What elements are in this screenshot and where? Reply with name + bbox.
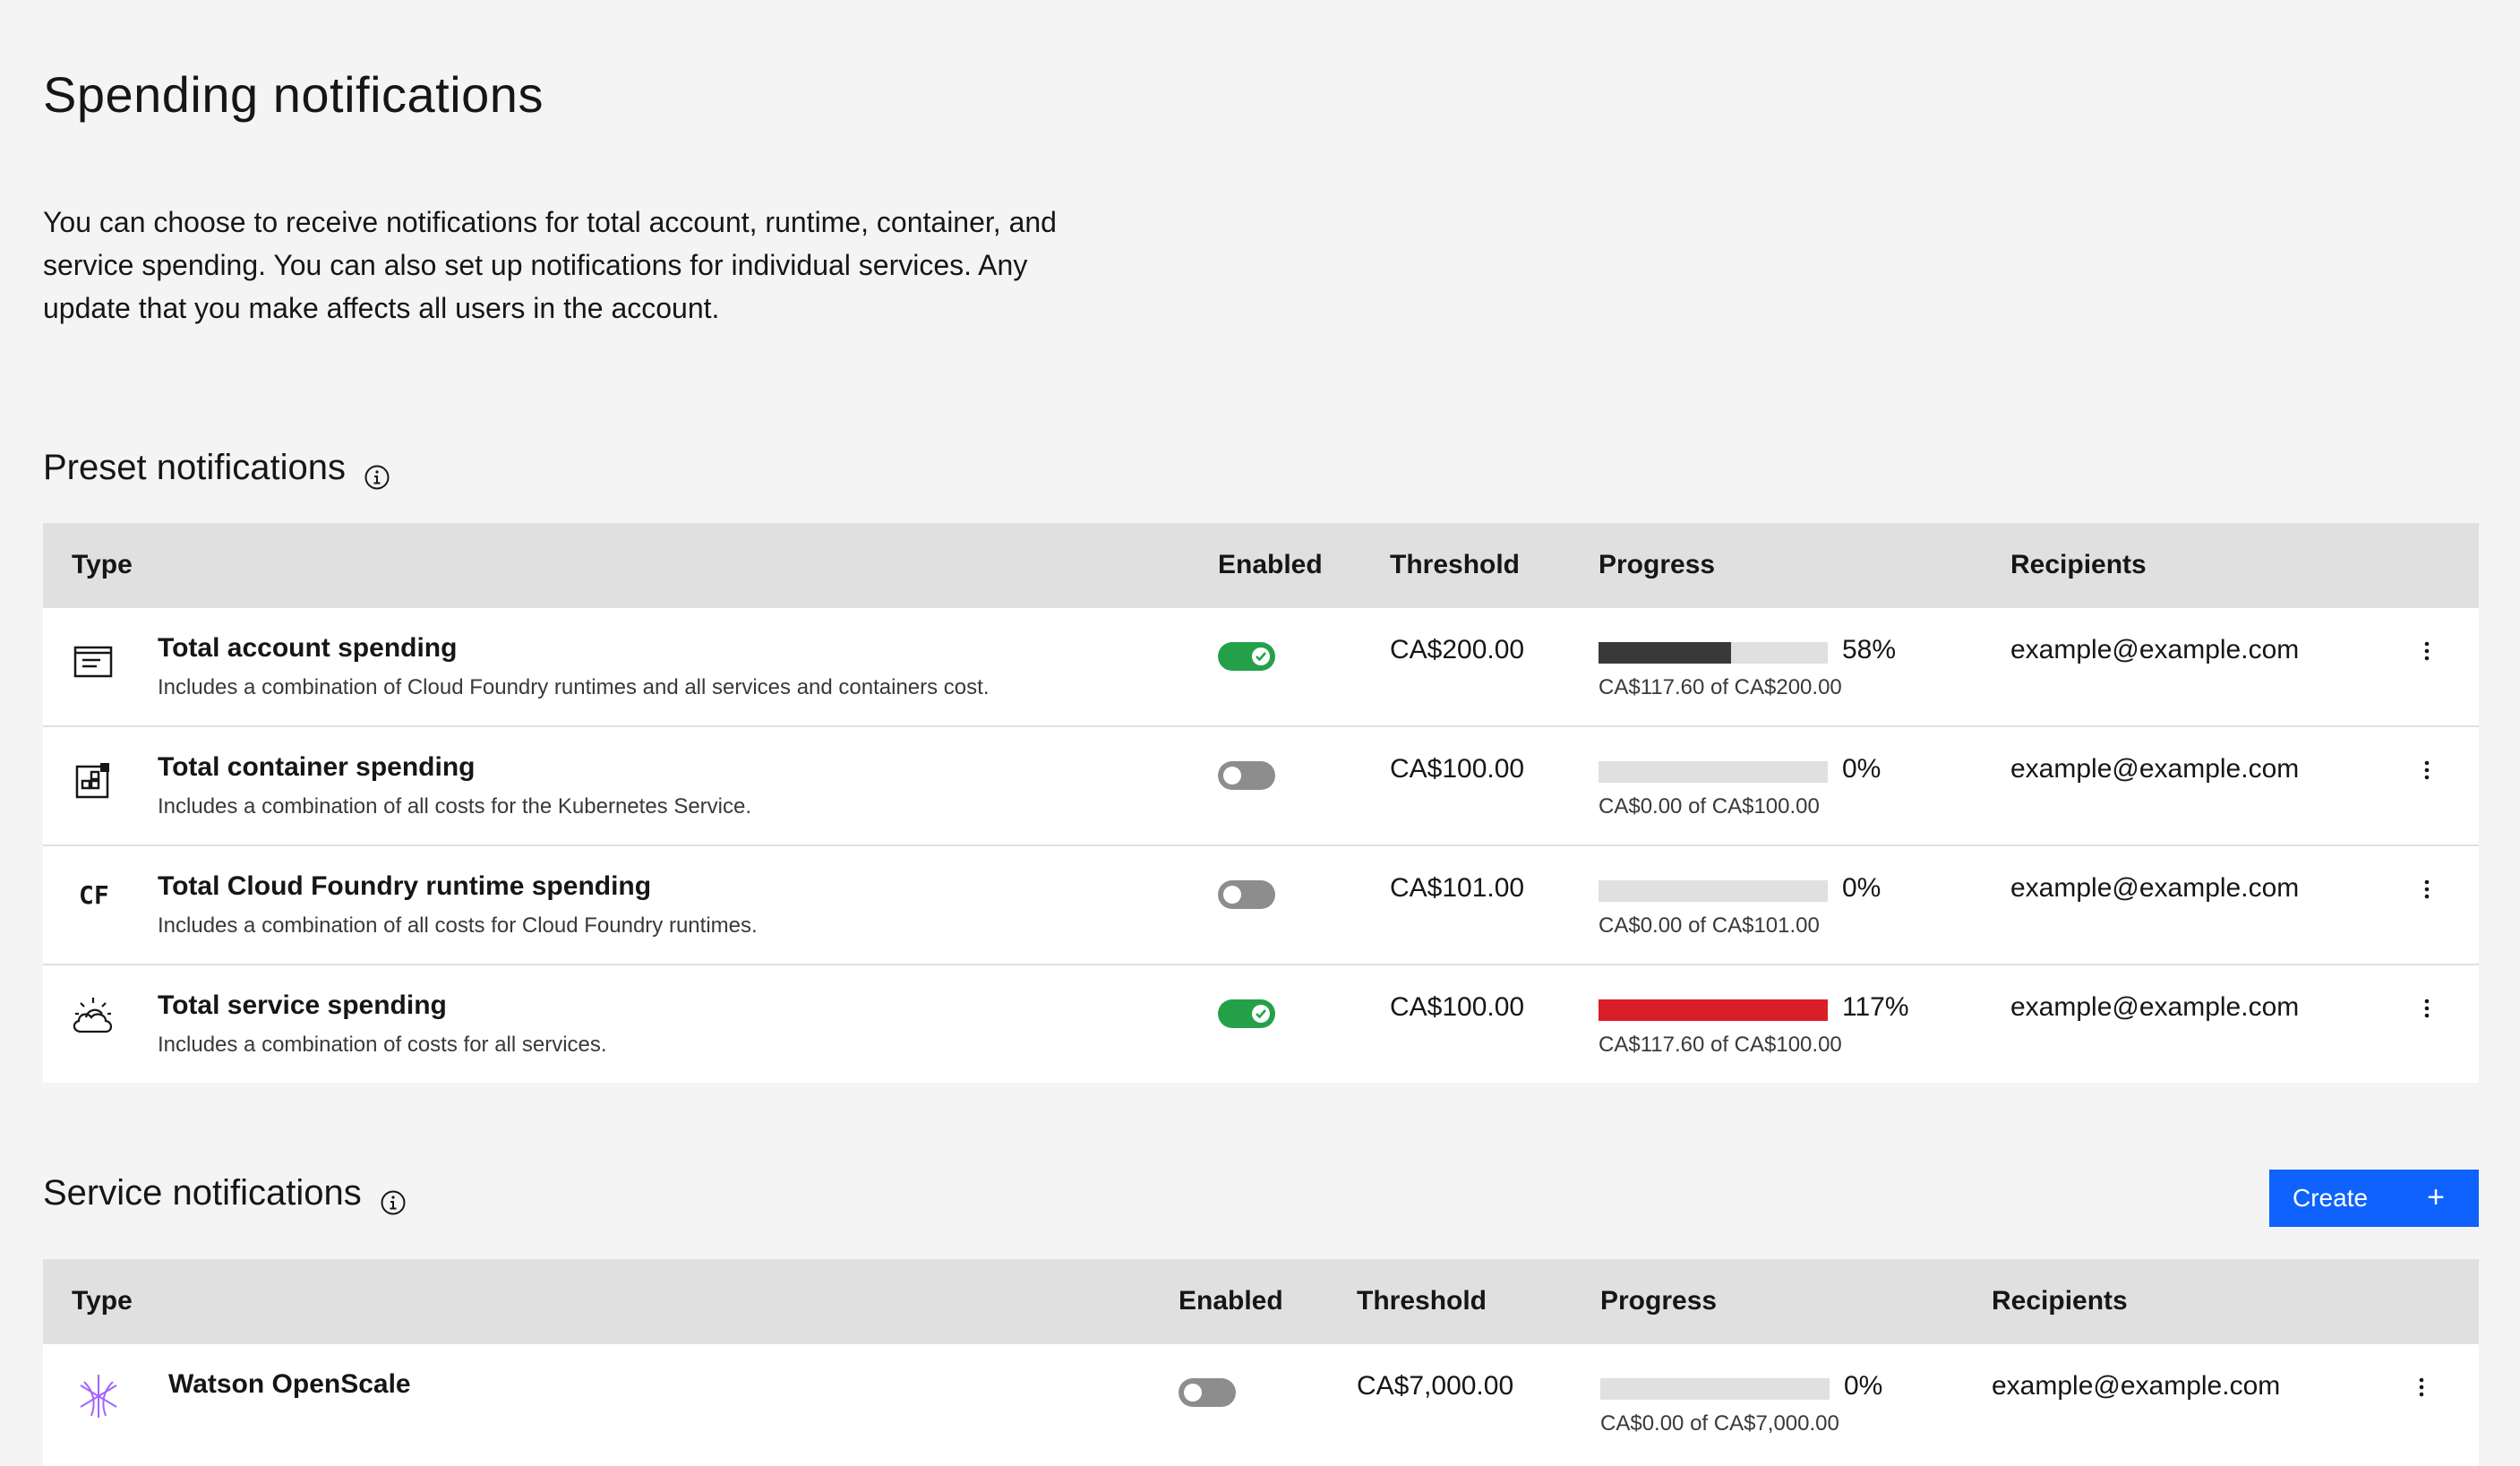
progress-bar xyxy=(1599,880,1828,902)
page-description: You can choose to receive notifications … xyxy=(43,206,1057,324)
info-icon[interactable] xyxy=(380,1179,407,1215)
notification-name: Watson OpenScale xyxy=(168,1369,411,1399)
account-spending-icon xyxy=(72,640,115,683)
table-row: Total account spending Includes a combina… xyxy=(43,608,2479,727)
progress-bar-fill xyxy=(1599,642,1731,664)
notification-description: Includes a combination of costs for all … xyxy=(158,1033,607,1057)
notification-name: Total container spending xyxy=(158,752,476,782)
page-title: Spending notifications xyxy=(43,66,544,123)
preset-notifications-heading: Preset notifications xyxy=(43,442,390,493)
progress-bar xyxy=(1599,761,1828,783)
progress-bar xyxy=(1600,1378,1830,1400)
column-header-recipients[interactable]: Recipients xyxy=(2010,550,2147,580)
recipient-email: example@example.com xyxy=(2010,873,2300,903)
enabled-toggle[interactable] xyxy=(1218,642,1275,671)
column-header-type[interactable]: Type xyxy=(72,1286,133,1316)
enabled-toggle[interactable] xyxy=(1179,1378,1236,1407)
preset-notifications-title: Preset notifications xyxy=(43,448,346,487)
progress-percent: 117% xyxy=(1842,992,1909,1022)
service-notifications-title: Service notifications xyxy=(43,1173,362,1213)
threshold-value: CA$200.00 xyxy=(1390,635,1525,664)
toggle-knob xyxy=(1223,886,1241,904)
progress-bar-fill xyxy=(1599,999,1828,1021)
progress-detail: CA$0.00 of CA$7,000.00 xyxy=(1600,1411,1839,1436)
table-body: Watson OpenScale CA$7,000.00 0% CA$0.00 of … xyxy=(43,1344,2479,1466)
recipient-email: example@example.com xyxy=(2010,754,2300,784)
notification-name: Total account spending xyxy=(158,633,458,663)
plus-icon: + xyxy=(2427,1180,2445,1214)
checkmark-icon xyxy=(1256,652,1266,662)
column-header-threshold[interactable]: Threshold xyxy=(1390,550,1520,580)
overflow-menu-icon[interactable] xyxy=(2409,633,2445,669)
overflow-menu-icon[interactable] xyxy=(2404,1369,2439,1405)
overflow-menu-icon[interactable] xyxy=(2409,990,2445,1026)
table-header: Type Enabled Threshold Progress Recipien… xyxy=(43,523,2479,608)
recipient-email: example@example.com xyxy=(2010,635,2300,664)
column-header-recipients[interactable]: Recipients xyxy=(1992,1286,2128,1316)
service-notifications-heading: Service notifications xyxy=(43,1168,407,1218)
progress-detail: CA$0.00 of CA$100.00 xyxy=(1599,794,1820,819)
table-row: CF Total Cloud Foundry runtime spending In… xyxy=(43,846,2479,965)
progress-percent: 0% xyxy=(1842,754,1881,784)
recipient-email: example@example.com xyxy=(1992,1371,2281,1401)
service-spending-icon xyxy=(68,992,113,1035)
notification-name: Total service spending xyxy=(158,990,447,1020)
toggle-knob xyxy=(1252,647,1270,665)
info-icon[interactable] xyxy=(364,454,390,490)
enabled-toggle[interactable] xyxy=(1218,761,1275,790)
service-notifications-table: Type Enabled Threshold Progress Recipien… xyxy=(43,1259,2479,1466)
progress-detail: CA$0.00 of CA$101.00 xyxy=(1599,913,1820,938)
table-row: Total container spending Includes a combi… xyxy=(43,727,2479,846)
notification-description: Includes a combination of all costs for … xyxy=(158,913,758,938)
table-header: Type Enabled Threshold Progress Recipien… xyxy=(43,1259,2479,1344)
create-button[interactable]: Create + xyxy=(2269,1170,2479,1227)
column-header-enabled[interactable]: Enabled xyxy=(1179,1286,1283,1316)
checkmark-icon xyxy=(1256,1009,1266,1019)
overflow-menu-icon[interactable] xyxy=(2409,752,2445,788)
table-row: Watson OpenScale CA$7,000.00 0% CA$0.00 of … xyxy=(43,1344,2479,1466)
cloud-foundry-icon: CF xyxy=(79,880,109,910)
progress-percent: 58% xyxy=(1842,635,1897,664)
progress-percent: 0% xyxy=(1844,1371,1883,1401)
overflow-menu-icon[interactable] xyxy=(2409,871,2445,907)
progress-bar xyxy=(1599,999,1828,1021)
table-row: Total service spending Includes a combina… xyxy=(43,965,2479,1083)
watson-openscale-icon xyxy=(72,1369,117,1418)
container-spending-icon xyxy=(72,759,115,802)
threshold-value: CA$100.00 xyxy=(1390,754,1525,784)
notification-description: Includes a combination of all costs for … xyxy=(158,794,752,819)
notification-name: Total Cloud Foundry runtime spending xyxy=(158,871,652,901)
notification-description: Includes a combination of Cloud Foundry … xyxy=(158,675,990,699)
column-header-threshold[interactable]: Threshold xyxy=(1357,1286,1487,1316)
progress-detail: CA$117.60 of CA$200.00 xyxy=(1599,675,1842,699)
progress-percent: 0% xyxy=(1842,873,1881,903)
column-header-progress[interactable]: Progress xyxy=(1599,550,1715,580)
column-header-enabled[interactable]: Enabled xyxy=(1218,550,1323,580)
toggle-knob xyxy=(1184,1384,1202,1402)
progress-detail: CA$117.60 of CA$100.00 xyxy=(1599,1033,1842,1057)
table-body: Total account spending Includes a combina… xyxy=(43,608,2479,1083)
toggle-knob xyxy=(1252,1005,1270,1023)
enabled-toggle[interactable] xyxy=(1218,880,1275,909)
threshold-value: CA$100.00 xyxy=(1390,992,1525,1022)
recipient-email: example@example.com xyxy=(2010,992,2300,1022)
column-header-type[interactable]: Type xyxy=(72,550,133,580)
progress-bar xyxy=(1599,642,1828,664)
preset-notifications-table: Type Enabled Threshold Progress Recipien… xyxy=(43,523,2479,1083)
toggle-knob xyxy=(1223,767,1241,784)
column-header-progress[interactable]: Progress xyxy=(1600,1286,1717,1316)
enabled-toggle[interactable] xyxy=(1218,999,1275,1028)
create-button-label: Create xyxy=(2293,1184,2369,1212)
spending-notifications-page: Spending notifications You can choose to… xyxy=(0,0,2520,1466)
threshold-value: CA$7,000.00 xyxy=(1357,1371,1514,1401)
threshold-value: CA$101.00 xyxy=(1390,873,1525,903)
